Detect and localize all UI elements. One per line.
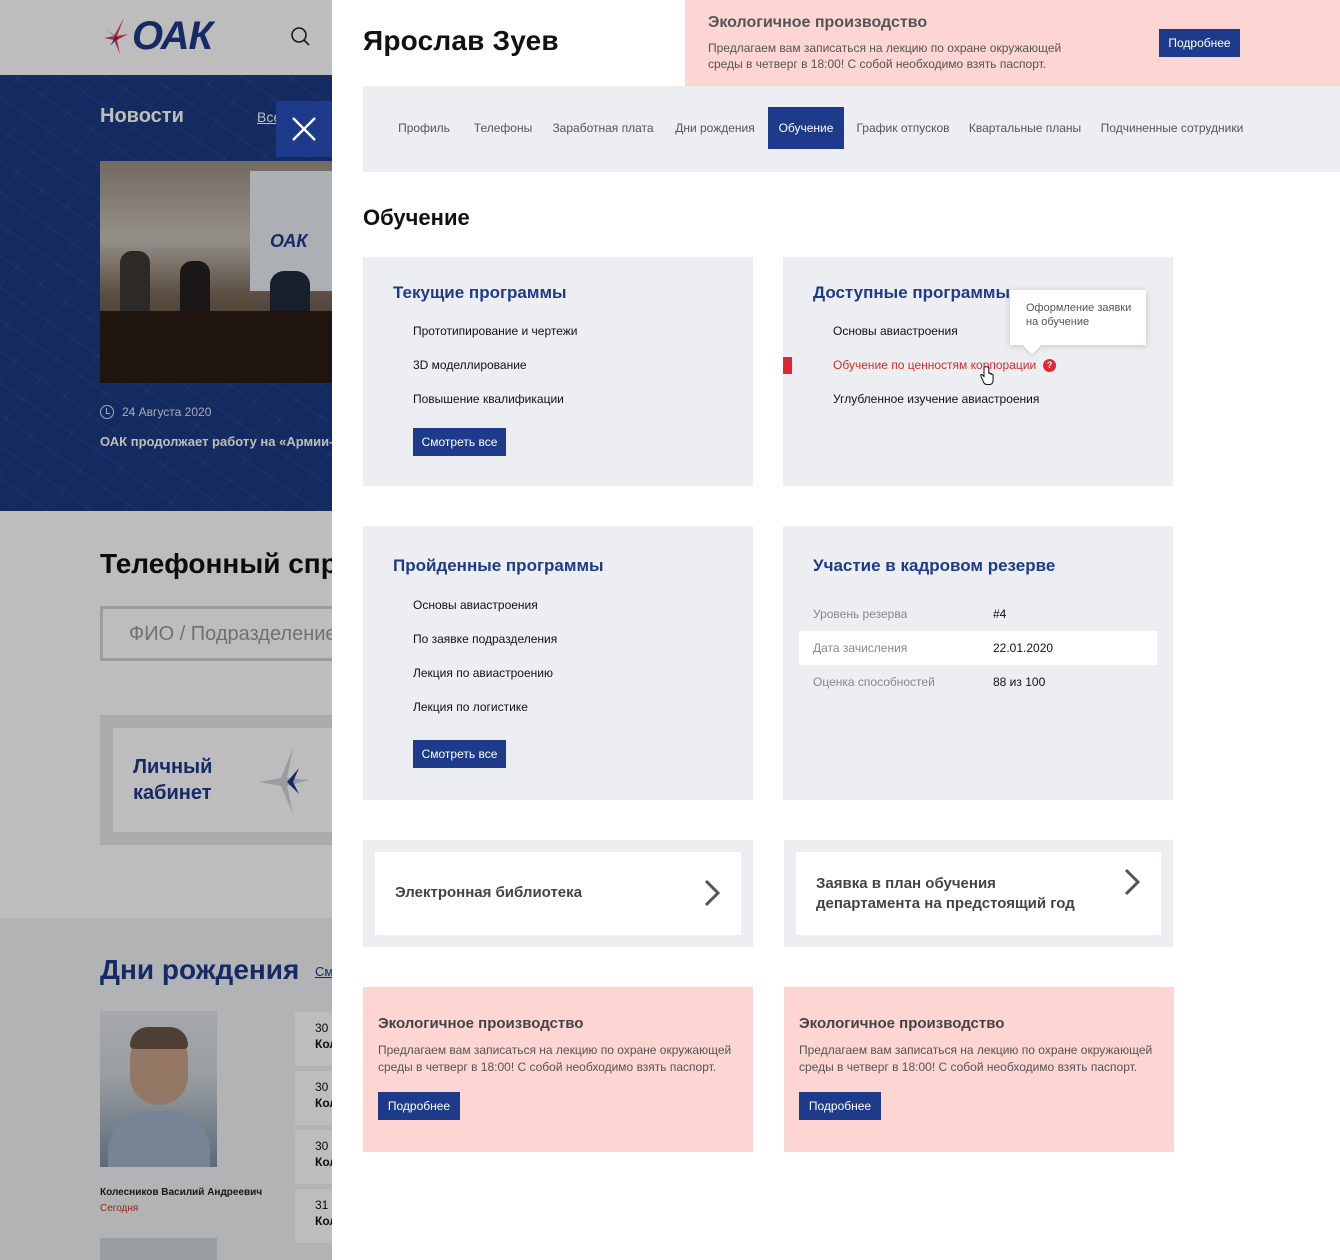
alert-more-button[interactable]: Подробнее xyxy=(799,1092,881,1120)
selected-marker xyxy=(783,357,792,374)
alert-title: Экологичное производство xyxy=(378,1015,584,1032)
alert-text: Предлагаем вам записаться на лекцию по о… xyxy=(708,41,1062,71)
hand-cursor-icon xyxy=(980,366,994,385)
completed-programs-card: Пройденные программы Основы авиастроения… xyxy=(363,526,753,800)
training-request-label: Заявка в план обучения департамента на п… xyxy=(816,875,1075,912)
program-item[interactable]: Основы авиастроения xyxy=(833,324,958,338)
tab-profile[interactable]: Профиль xyxy=(398,107,450,149)
tab-quarterly-plans[interactable]: Квартальные планы xyxy=(969,107,1081,149)
program-item[interactable]: Повышение квалификации xyxy=(413,392,564,406)
current-programs-title: Текущие программы xyxy=(393,283,567,302)
program-item[interactable]: 3D моделлирование xyxy=(413,358,527,372)
reserve-label: Оценка способностей xyxy=(813,675,935,689)
close-icon xyxy=(292,117,316,141)
program-item[interactable]: По заявке подразделения xyxy=(413,632,557,646)
available-programs-card: Доступные программы Основы авиастроения … xyxy=(783,257,1173,486)
current-programs-card: Текущие программы Прототипирование и чер… xyxy=(363,257,753,486)
chevron-right-icon xyxy=(704,879,721,907)
tab-birthdays[interactable]: Дни рождения xyxy=(674,107,756,149)
reserve-value: 88 из 100 xyxy=(993,675,1046,689)
tab-salary[interactable]: Заработная плата xyxy=(552,107,653,149)
alert-text: Предлагаем вам записаться на лекцию по о… xyxy=(378,1043,732,1074)
library-link-card: Электронная библиотека xyxy=(363,840,753,947)
training-request-link[interactable]: Заявка в план обучения департамента на п… xyxy=(796,852,1161,935)
alert-more-button[interactable]: Подробнее xyxy=(378,1092,460,1120)
program-item[interactable]: Лекция по логистике xyxy=(413,700,528,714)
training-request-card: Заявка в план обучения департамента на п… xyxy=(784,840,1173,947)
help-icon[interactable]: ? xyxy=(1043,359,1057,372)
close-button[interactable] xyxy=(276,101,332,157)
tooltip: Оформление заявки на обучение xyxy=(1010,290,1146,345)
alert-title: Экологичное производство xyxy=(799,1015,1005,1032)
alert-title: Экологичное производство xyxy=(708,14,928,31)
tab-bar: Профиль Телефоны Заработная плата Дни ро… xyxy=(363,86,1340,172)
program-item[interactable]: Основы авиастроения xyxy=(413,598,538,612)
view-all-button[interactable]: Смотреть все xyxy=(413,428,506,456)
reserve-value: #4 xyxy=(993,607,1007,621)
employee-name: Ярослав Зуев xyxy=(363,25,559,56)
tab-vacations[interactable]: График отпусков xyxy=(856,107,949,149)
tab-phones[interactable]: Телефоны xyxy=(473,107,533,149)
reserve-label: Уровень резерва xyxy=(813,607,908,621)
program-item-label: Обучение по ценностям корпорации xyxy=(833,358,1037,372)
section-title: Обучение xyxy=(363,205,470,230)
alert-more-button[interactable]: Подробнее xyxy=(1159,29,1240,57)
program-item[interactable]: Лекция по авиастроению xyxy=(413,666,553,680)
top-alert-banner: Экологичное производство Предлагаем вам … xyxy=(685,0,1340,86)
library-link[interactable]: Электронная библиотека xyxy=(375,852,741,935)
chevron-right-icon xyxy=(1124,868,1141,896)
reserve-label: Дата зачисления xyxy=(813,641,908,655)
tab-training[interactable]: Обучение xyxy=(768,107,844,149)
personnel-reserve-card: Участие в кадровом резерве Уровень резер… xyxy=(783,526,1173,800)
program-item[interactable]: Углубленное изучение авиастроения xyxy=(833,392,1039,406)
tab-subordinates[interactable]: Подчиненные сотрудники xyxy=(1101,107,1244,149)
alert-text: Предлагаем вам записаться на лекцию по о… xyxy=(799,1043,1153,1074)
available-programs-title: Доступные программы xyxy=(813,283,1010,302)
program-item-selected[interactable]: Обучение по ценностям корпорации? xyxy=(833,358,1057,372)
completed-programs-title: Пройденные программы xyxy=(393,556,604,575)
employee-panel: Ярослав Зуев Экологичное производство Пр… xyxy=(332,0,1340,1260)
reserve-title: Участие в кадровом резерве xyxy=(813,556,1056,575)
alert-card: Экологичное производство Предлагаем вам … xyxy=(363,987,753,1152)
alert-card: Экологичное производство Предлагаем вам … xyxy=(784,987,1174,1152)
reserve-value: 22.01.2020 xyxy=(993,641,1054,655)
library-link-label: Электронная библиотека xyxy=(395,884,582,901)
program-item[interactable]: Прототипирование и чертежи xyxy=(413,324,577,338)
view-all-button[interactable]: Смотреть все xyxy=(413,740,506,768)
